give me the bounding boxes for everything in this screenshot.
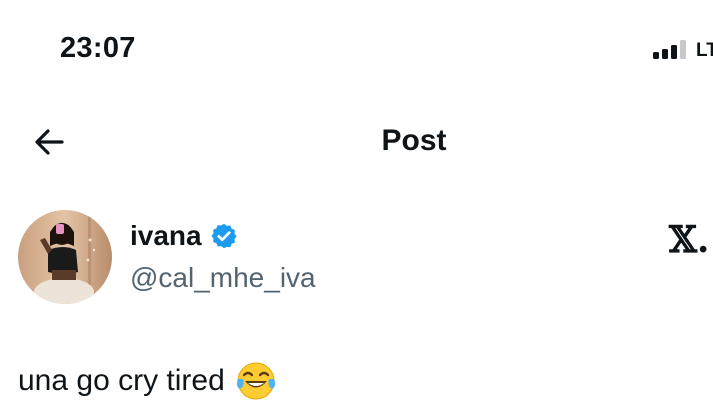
status-time: 23:07 bbox=[60, 32, 136, 64]
author-handle[interactable]: @cal_mhe_iva bbox=[130, 260, 316, 296]
avatar[interactable] bbox=[18, 210, 112, 304]
x-logo-icon[interactable]: 𝕏. bbox=[669, 222, 709, 258]
verified-badge-icon bbox=[210, 222, 238, 250]
page-title: Post bbox=[381, 124, 447, 157]
display-name-text: ivana bbox=[130, 220, 202, 251]
author-display-name[interactable]: ivana bbox=[130, 218, 238, 254]
post-body-text: una go cry tired bbox=[18, 364, 225, 397]
signal-strength-icon bbox=[652, 39, 692, 61]
network-type: LT bbox=[696, 40, 713, 61]
post-text: una go cry tired bbox=[18, 360, 277, 402]
face-with-tears-of-joy-icon bbox=[235, 360, 277, 402]
